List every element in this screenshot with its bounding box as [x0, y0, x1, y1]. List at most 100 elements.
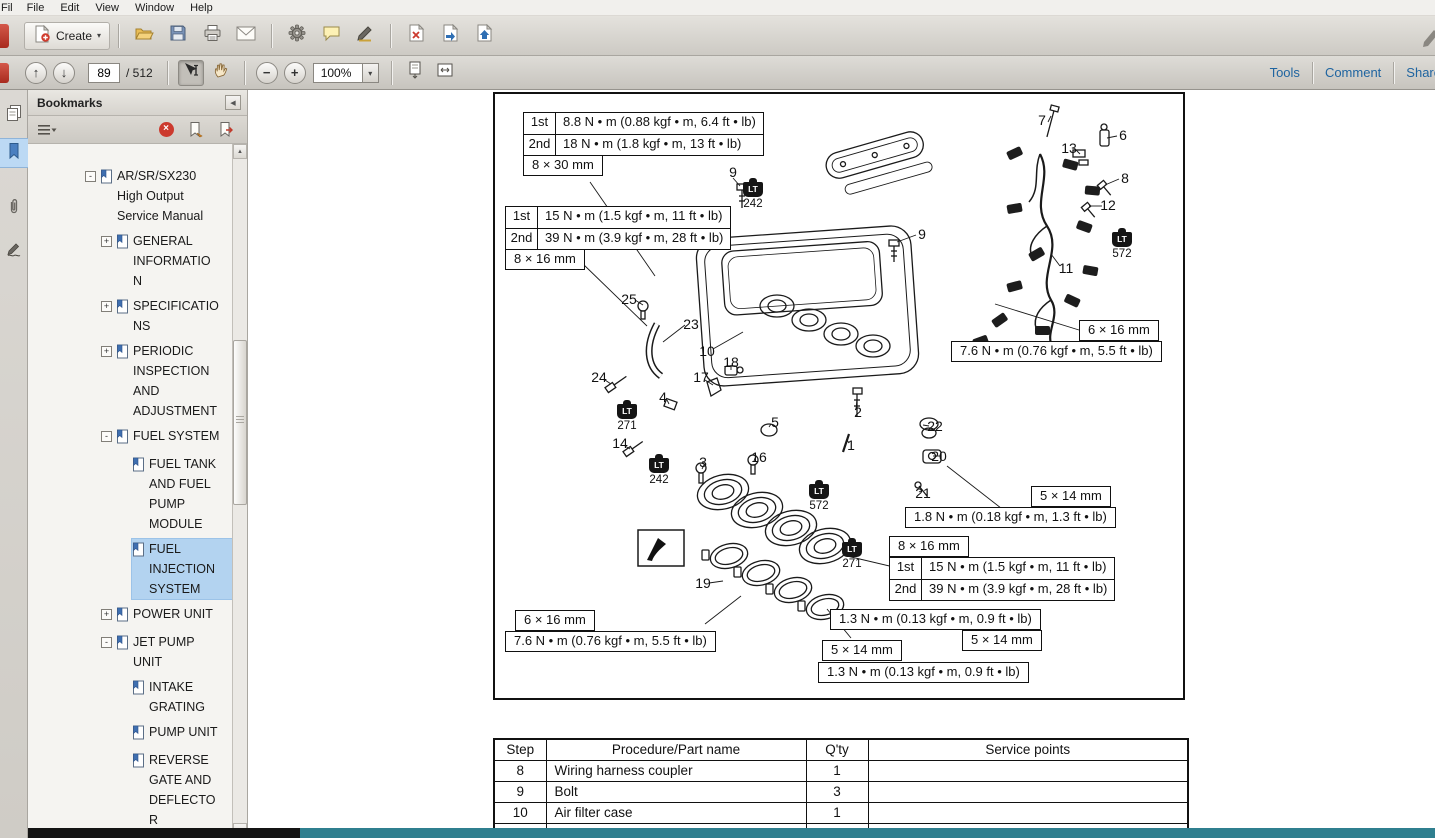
- bookmark-label[interactable]: REVERSE GATE AND DEFLECTO R: [132, 750, 220, 830]
- bookmark-item-jet-pump-unit[interactable]: - JET PUMP UNIT: [28, 632, 233, 672]
- expander-minus-icon[interactable]: -: [101, 637, 112, 648]
- loctite-icon: LT: [743, 182, 763, 197]
- document-page[interactable]: 1st8.8 N • m (0.88 kgf • m, 6.4 ft • lb)…: [248, 90, 1435, 838]
- menu-file[interactable]: File: [19, 2, 53, 14]
- expander-minus-icon[interactable]: -: [85, 171, 96, 182]
- part-number-label: 22: [927, 418, 943, 434]
- sign-button[interactable]: [350, 22, 380, 50]
- bookmark-item-pump-unit[interactable]: PUMP UNIT: [28, 722, 233, 745]
- create-button[interactable]: Create ▾: [24, 22, 110, 50]
- menu-fil[interactable]: Fil: [0, 2, 19, 14]
- bookmark-item-reverse-gate[interactable]: REVERSE GATE AND DEFLECTO R: [28, 750, 233, 830]
- part-number-label: 23: [683, 316, 699, 332]
- bookmark-label[interactable]: INTAKE GRATING: [132, 677, 210, 717]
- bookmarks-panel-button[interactable]: [0, 138, 28, 168]
- toolbar-separator: [167, 61, 168, 85]
- bookmark-item-periodic-inspection[interactable]: + PERIODIC INSPECTION AND ADJUSTMENT: [28, 341, 233, 421]
- cell-name: Bolt: [546, 781, 806, 802]
- tools-link[interactable]: Tools: [1270, 65, 1300, 80]
- part-number-label: 4: [659, 389, 667, 405]
- bookmark-item-general-information[interactable]: + GENERAL INFORMATIO N: [28, 231, 233, 291]
- cell-qty: 3: [806, 781, 868, 802]
- torque-stage: 1st: [524, 113, 556, 134]
- fullscreen-button[interactable]: [432, 60, 458, 86]
- loctite-tag: LT572: [1109, 232, 1135, 260]
- scrollbar-thumb[interactable]: [233, 340, 247, 505]
- pdf-viewer-window: Fil File Edit View Window Help Create ▾ …: [0, 0, 1435, 838]
- column-procedure: Procedure/Part name: [546, 739, 806, 760]
- menu-view[interactable]: View: [87, 2, 127, 14]
- bookmarks-scrollbar[interactable]: ▲ ▼: [232, 144, 247, 838]
- torque-stage: 1st: [506, 207, 538, 228]
- scrollbar-up-button[interactable]: ▲: [233, 144, 247, 159]
- bookmark-label[interactable]: PUMP UNIT: [132, 722, 223, 745]
- part-number-label: 19: [695, 575, 711, 591]
- scrolling-mode-button[interactable]: [402, 60, 428, 86]
- zoom-out-button[interactable]: −: [256, 62, 278, 84]
- zoom-in-button[interactable]: +: [284, 62, 306, 84]
- bookmark-label[interactable]: POWER UNIT: [116, 604, 218, 627]
- expander-plus-icon[interactable]: +: [101, 346, 112, 357]
- save-icon: [169, 24, 187, 47]
- loctite-tag: LT242: [740, 182, 766, 210]
- comment-button[interactable]: [316, 22, 346, 50]
- delete-bookmark-button[interactable]: ×: [155, 119, 177, 141]
- loctite-tag: LT572: [806, 484, 832, 512]
- bookmark-item-intake-grating[interactable]: INTAKE GRATING: [28, 677, 233, 717]
- torque-callout-h: 1.3 N • m (0.13 kgf • m, 0.9 ft • lb): [818, 662, 1029, 683]
- bookmark-label-selected[interactable]: FUEL INJECTION SYSTEM: [132, 539, 233, 599]
- bookmark-label[interactable]: AR/SR/SX230 High Output Service Manual: [100, 166, 208, 226]
- zoom-level-dropdown[interactable]: 100% ▾: [313, 63, 379, 83]
- remove-attachment-button[interactable]: [401, 22, 431, 50]
- navigation-pane-rail: [0, 90, 28, 838]
- bookmark-options-button[interactable]: [36, 119, 58, 141]
- print-button[interactable]: [197, 22, 227, 50]
- expander-plus-icon[interactable]: +: [101, 609, 112, 620]
- next-page-button[interactable]: ↓: [53, 62, 75, 84]
- bookmark-item-fuel-tank[interactable]: FUEL TANK AND FUEL PUMP MODULE: [28, 454, 233, 534]
- email-icon: [236, 26, 256, 46]
- hand-tool-button[interactable]: [208, 60, 234, 86]
- comment-link[interactable]: Comment: [1325, 65, 1381, 80]
- save-button[interactable]: [163, 22, 193, 50]
- select-tool-button[interactable]: [178, 60, 204, 86]
- bolt-size-callout-d: 5 × 14 mm: [1031, 486, 1111, 507]
- previous-page-button[interactable]: ↑: [25, 62, 47, 84]
- share-link[interactable]: Share: [1406, 65, 1435, 80]
- settings-button[interactable]: [282, 22, 312, 50]
- attachments-panel-button[interactable]: [0, 194, 28, 224]
- bookmark-item-power-unit[interactable]: + POWER UNIT: [28, 604, 233, 627]
- bookmark-label[interactable]: GENERAL INFORMATIO N: [116, 231, 216, 291]
- page-thumbnails-button[interactable]: [0, 100, 28, 130]
- bookmark-item-fuel-injection-system[interactable]: FUEL INJECTION SYSTEM: [28, 539, 233, 599]
- bookmark-label[interactable]: SPECIFICATIO NS: [116, 296, 224, 336]
- table-row: 9 Bolt 3: [494, 781, 1188, 802]
- bookmark-label[interactable]: PERIODIC INSPECTION AND ADJUSTMENT: [116, 341, 222, 421]
- bookmark-item-service-manual[interactable]: - AR/SR/SX230 High Output Service Manual: [28, 166, 233, 226]
- bookmarks-options-bar: ×: [28, 116, 247, 144]
- bookmark-label[interactable]: JET PUMP UNIT: [116, 632, 200, 672]
- part-number-label: 14: [612, 435, 628, 451]
- expander-plus-icon[interactable]: +: [101, 301, 112, 312]
- part-number-label: 16: [751, 449, 767, 465]
- menu-help[interactable]: Help: [182, 2, 221, 14]
- bookmark-item-specifications[interactable]: + SPECIFICATIO NS: [28, 296, 233, 336]
- expander-plus-icon[interactable]: +: [101, 236, 112, 247]
- email-button[interactable]: [231, 22, 261, 50]
- bookmark-label[interactable]: FUEL TANK AND FUEL PUMP MODULE: [132, 454, 221, 534]
- bookmark-item-fuel-system[interactable]: - FUEL SYSTEM: [28, 426, 233, 449]
- collapse-panel-button[interactable]: ◀: [225, 95, 241, 110]
- page-number-input[interactable]: [88, 63, 120, 83]
- goto-bookmark-button[interactable]: [215, 119, 237, 141]
- bookmark-label[interactable]: FUEL SYSTEM: [116, 426, 224, 449]
- signatures-panel-button[interactable]: [0, 236, 28, 266]
- share-upload-button[interactable]: [469, 22, 499, 50]
- menu-window[interactable]: Window: [127, 2, 182, 14]
- menu-edit[interactable]: Edit: [52, 2, 87, 14]
- bookmark-page-icon: [116, 635, 129, 655]
- open-file-button[interactable]: [129, 22, 159, 50]
- export-button[interactable]: [435, 22, 465, 50]
- expander-minus-icon[interactable]: -: [101, 431, 112, 442]
- new-bookmark-button[interactable]: [185, 119, 207, 141]
- chevron-down-icon[interactable]: ▾: [363, 63, 379, 83]
